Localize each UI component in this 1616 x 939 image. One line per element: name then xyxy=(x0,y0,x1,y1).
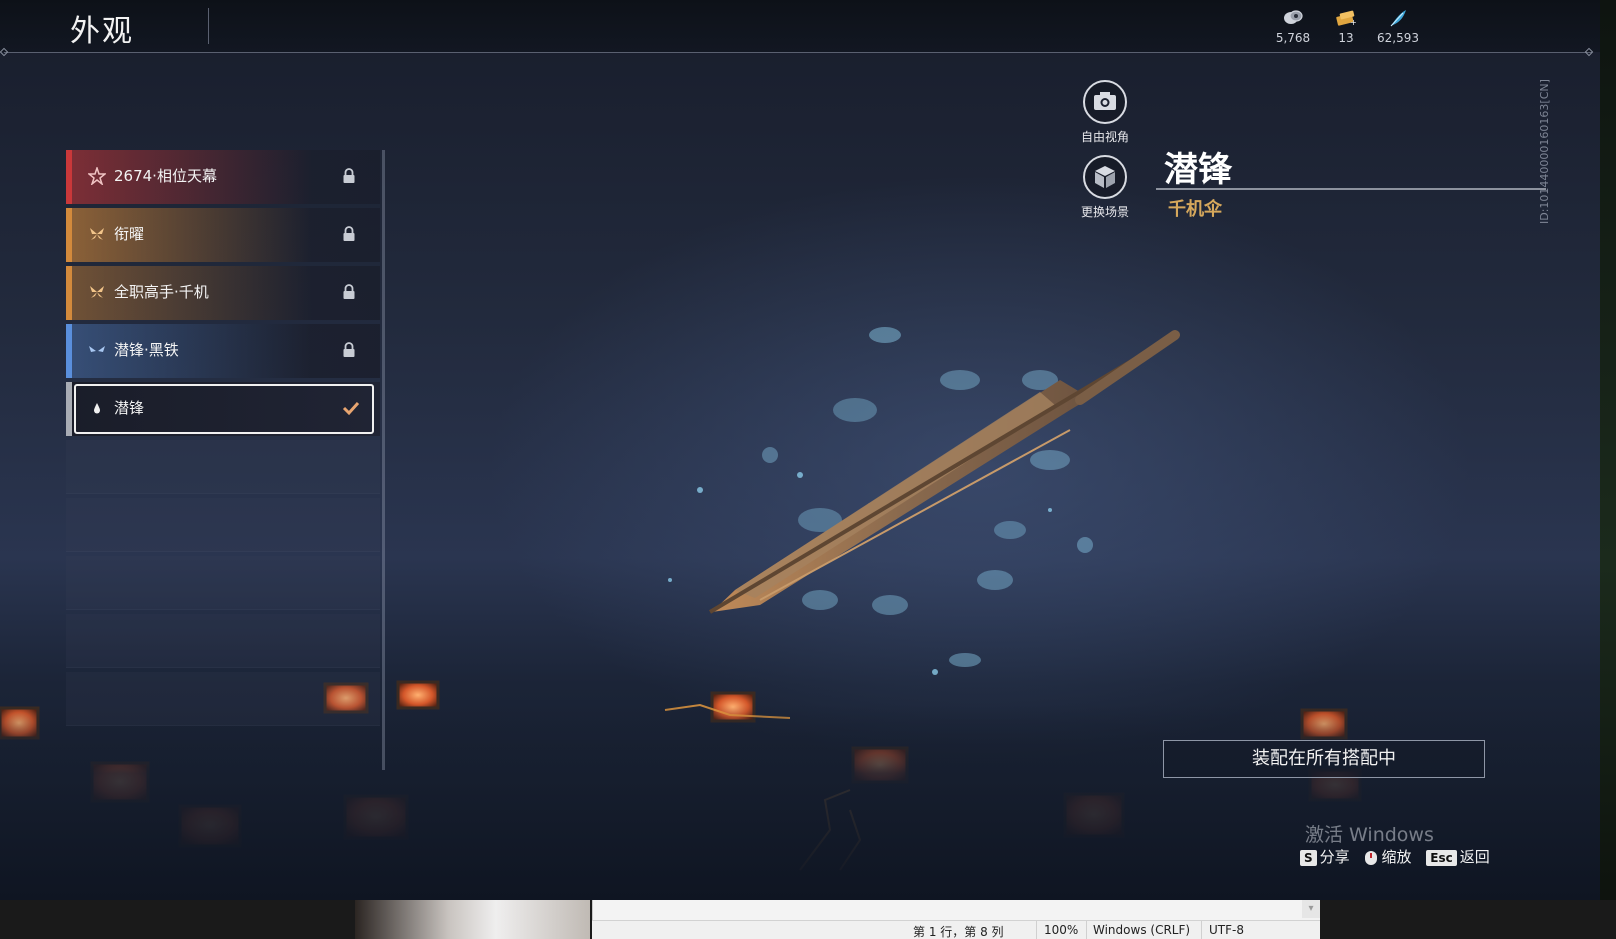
esc-key: Esc xyxy=(1426,849,1457,866)
star-icon xyxy=(88,167,106,185)
status-separator xyxy=(1036,921,1037,939)
skin-item-qianfeng-heitie[interactable]: 潜锋·黑铁 xyxy=(66,324,380,378)
skin-item-label: 潜锋·黑铁 xyxy=(114,341,179,359)
rarity-glow xyxy=(72,324,312,378)
skin-list: 2674·相位天幕 衔曜 全职高手·千机 潜锋·黑铁 潜锋 xyxy=(66,150,380,730)
back-label: 返回 xyxy=(1459,848,1490,866)
status-separator xyxy=(1201,921,1202,939)
side-id-text: ID:101440000160163[CN] xyxy=(1538,79,1551,224)
share-hint[interactable]: S 分享 xyxy=(1300,846,1350,867)
share-key: S xyxy=(1300,849,1317,866)
svg-text:+: + xyxy=(1350,18,1357,27)
game-window: 外观 5,768 + 13 62,593 2674·相位天幕 衔曜 全职高手·千… xyxy=(0,0,1600,900)
empty-slot xyxy=(66,498,380,552)
change-scene-button[interactable]: 更换场景 xyxy=(1065,155,1145,220)
skin-item-quanzhi-qianji[interactable]: 全职高手·千机 xyxy=(66,266,380,320)
equip-all-outfits-button[interactable]: 装配在所有搭配中 xyxy=(1163,740,1485,778)
wing-icon xyxy=(89,346,105,352)
key-hints: S 分享 缩放 Esc 返回 xyxy=(1300,846,1500,868)
zoom-label: 缩放 xyxy=(1381,848,1412,866)
lock-icon xyxy=(343,168,355,183)
rarity-glow xyxy=(72,208,312,262)
skin-item-label: 潜锋 xyxy=(114,399,145,417)
empty-slot xyxy=(66,614,380,668)
butterfly-icon xyxy=(90,228,104,240)
feather-icon xyxy=(1390,10,1406,27)
desktop-wallpaper-right xyxy=(1600,0,1616,939)
top-divider xyxy=(4,52,1592,53)
ticket-icon: + xyxy=(1336,10,1357,27)
line-ending: Windows (CRLF) xyxy=(1093,923,1191,937)
butterfly-icon xyxy=(90,286,104,298)
free-camera-label: 自由视角 xyxy=(1080,130,1129,144)
free-camera-button[interactable]: 自由视角 xyxy=(1065,80,1145,145)
list-scrollbar[interactable] xyxy=(382,150,385,770)
skin-item-label: 2674·相位天幕 xyxy=(114,167,217,185)
skin-item-xianyao[interactable]: 衔曜 xyxy=(66,208,380,262)
sea-surface xyxy=(0,705,1600,900)
cube-glyph xyxy=(1095,166,1115,188)
item-type: 千机伞 xyxy=(1168,199,1222,220)
cube-icon xyxy=(1083,155,1127,199)
change-scene-label: 更换场景 xyxy=(1080,205,1129,219)
screen: 外观 5,768 + 13 62,593 2674·相位天幕 衔曜 全职高手·千… xyxy=(0,0,1616,939)
notepad-status-bar: 第 1 行，第 8 列 100% Windows (CRLF) UTF-8 xyxy=(592,920,1320,939)
coin-stack-icon xyxy=(1284,10,1303,24)
skin-item-qianfeng[interactable]: 潜锋 xyxy=(66,382,380,436)
skin-item-label: 衔曜 xyxy=(114,225,145,243)
cursor-position: 第 1 行，第 8 列 xyxy=(913,925,1004,939)
share-label: 分享 xyxy=(1319,848,1350,866)
back-hint[interactable]: Esc 返回 xyxy=(1426,846,1490,867)
mouse-icon xyxy=(1365,850,1378,865)
zoom-hint[interactable]: 缩放 xyxy=(1364,846,1411,867)
drop-icon xyxy=(94,403,100,414)
currency-feathers[interactable]: 62,593 xyxy=(1363,8,1433,45)
title-separator xyxy=(208,8,209,44)
camera-glyph xyxy=(1094,92,1116,110)
lock-icon xyxy=(343,342,355,357)
checkmark-icon xyxy=(342,401,360,416)
empty-slot xyxy=(66,556,380,610)
camera-icon xyxy=(1083,80,1127,124)
lock-icon xyxy=(343,226,355,241)
empty-slot xyxy=(66,672,380,726)
zoom-level: 100% xyxy=(1044,923,1079,937)
windows-activation-watermark: 激活 Windows xyxy=(1305,824,1434,846)
status-separator xyxy=(1086,921,1087,939)
page-title: 外观 xyxy=(70,14,134,49)
svg-text:ID:101440000160163[CN]: ID:101440000160163[CN] xyxy=(1538,79,1551,224)
currency-feathers-value: 62,593 xyxy=(1377,31,1419,45)
desktop-photo xyxy=(355,900,590,939)
item-name: 潜锋 xyxy=(1164,150,1232,190)
lock-icon xyxy=(343,284,355,299)
empty-slot xyxy=(66,440,380,494)
notepad-scroll-down-icon[interactable]: ▾ xyxy=(1302,900,1320,918)
skin-item-2674[interactable]: 2674·相位天幕 xyxy=(66,150,380,204)
encoding: UTF-8 xyxy=(1209,923,1244,937)
rarity-bar xyxy=(66,382,72,436)
item-divider xyxy=(1156,188,1546,190)
skin-item-label: 全职高手·千机 xyxy=(114,283,209,301)
